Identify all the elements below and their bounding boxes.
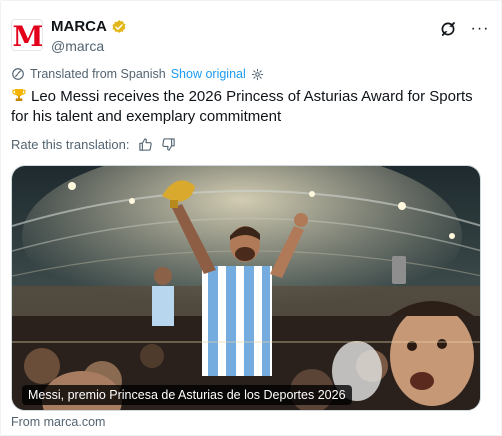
name-row: MARCA [51, 18, 127, 35]
verified-badge-icon[interactable] [111, 19, 127, 35]
avatar[interactable]: M [11, 19, 43, 51]
translation-notice: Translated from Spanish Show original [11, 67, 264, 81]
post-image[interactable]: Messi, premio Princesa de Asturias de lo… [11, 165, 481, 411]
post-header: M MARCA @marca ··· [11, 15, 493, 55]
translated-from-label: Translated from Spanish [30, 67, 166, 81]
post-card: M MARCA @marca ··· Translated from Spani… [0, 0, 502, 436]
translate-icon [12, 68, 24, 80]
rate-label: Rate this translation: [11, 137, 130, 152]
display-name[interactable]: MARCA [51, 18, 107, 35]
handle[interactable]: @marca [51, 38, 127, 54]
more-options-icon[interactable]: ··· [469, 19, 491, 39]
thumbs-down-icon[interactable] [161, 137, 176, 152]
thumbs-up-icon[interactable] [138, 137, 153, 152]
grok-icon[interactable] [439, 20, 457, 38]
author-block: MARCA @marca [51, 18, 127, 54]
image-caption: Messi, premio Princesa de Asturias de lo… [22, 385, 352, 405]
tweet-text: Leo Messi receives the 2026 Princess of … [11, 87, 491, 127]
marca-logo: M [12, 19, 43, 51]
tweet-body: Leo Messi receives the 2026 Princess of … [11, 88, 473, 125]
show-original-link[interactable]: Show original [171, 67, 246, 81]
trophy-icon [12, 89, 26, 101]
source-link[interactable]: From marca.com [11, 415, 105, 429]
gear-icon[interactable] [251, 68, 264, 81]
rate-translation: Rate this translation: [11, 137, 176, 152]
messi-celebration-photo [12, 166, 480, 410]
